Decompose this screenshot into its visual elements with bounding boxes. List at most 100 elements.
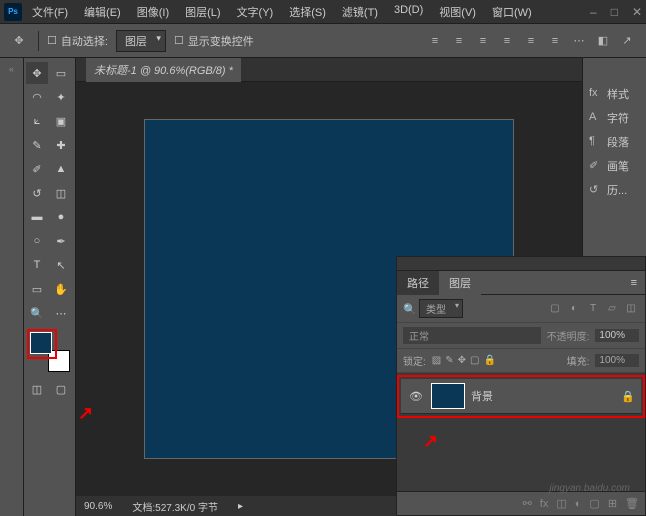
- menu-image[interactable]: 图像(I): [133, 2, 173, 22]
- quickmask-tool[interactable]: ◫: [26, 378, 48, 400]
- title-bar: Ps 文件(F) 编辑(E) 图像(I) 图层(L) 文字(Y) 选择(S) 滤…: [0, 0, 646, 24]
- dodge-tool[interactable]: ○: [26, 230, 48, 252]
- brush-tool[interactable]: ✐: [26, 158, 48, 180]
- layer-target-dropdown[interactable]: 图层: [116, 30, 166, 52]
- checkbox-icon: ☐: [174, 34, 184, 47]
- group-icon[interactable]: ▢: [589, 497, 599, 510]
- eraser-tool[interactable]: ◫: [50, 182, 72, 204]
- filter-shape-icon[interactable]: ▱: [604, 302, 620, 316]
- path-tool[interactable]: ↖: [50, 254, 72, 276]
- menu-edit[interactable]: 编辑(E): [80, 2, 125, 22]
- filter-kind-dropdown[interactable]: 类型: [419, 299, 463, 318]
- lock-pixels-icon[interactable]: ▨: [432, 355, 441, 366]
- zoom-tool[interactable]: 🔍: [26, 302, 48, 324]
- search-icon[interactable]: 🔍: [403, 303, 415, 315]
- menu-select[interactable]: 选择(S): [285, 2, 330, 22]
- panel-styles[interactable]: fx样式: [583, 82, 646, 106]
- gradient-tool[interactable]: ▬: [26, 206, 48, 228]
- blend-mode-row: 正常 不透明度: 100%: [397, 323, 645, 349]
- minimize-icon[interactable]: –: [590, 5, 597, 19]
- filter-adjust-icon[interactable]: ◐: [566, 302, 582, 316]
- close-icon[interactable]: ✕: [632, 5, 642, 19]
- lock-move-icon[interactable]: ✥: [458, 355, 466, 366]
- document-tab[interactable]: 未标题-1 @ 90.6%(RGB/8) *: [86, 58, 241, 82]
- type-tool[interactable]: T: [26, 254, 48, 276]
- lasso-tool[interactable]: ◠: [26, 86, 48, 108]
- menu-filter[interactable]: 滤镜(T): [338, 2, 382, 22]
- left-strip: «: [0, 58, 24, 516]
- pen-tool[interactable]: ✒: [50, 230, 72, 252]
- menu-view[interactable]: 视图(V): [435, 2, 480, 22]
- layer-mask-icon[interactable]: ◫: [556, 497, 566, 510]
- status-arrow-icon[interactable]: ▸: [238, 501, 243, 512]
- layer-fx-icon[interactable]: fx: [540, 498, 549, 510]
- menu-type[interactable]: 文字(Y): [233, 2, 278, 22]
- eyedropper-tool[interactable]: ✎: [26, 134, 48, 156]
- menu-window[interactable]: 窗口(W): [488, 2, 536, 22]
- filter-pixel-icon[interactable]: ▢: [547, 302, 563, 316]
- panel-character[interactable]: A字符: [583, 106, 646, 130]
- blur-tool[interactable]: ●: [50, 206, 72, 228]
- menu-layer[interactable]: 图层(L): [181, 2, 224, 22]
- move-tool[interactable]: ✥: [26, 62, 48, 84]
- healing-tool[interactable]: ✚: [50, 134, 72, 156]
- align-bottom-icon[interactable]: ≡: [544, 30, 566, 52]
- panel-drag-handle[interactable]: [397, 257, 645, 271]
- zoom-level[interactable]: 90.6%: [84, 501, 112, 512]
- more-icon[interactable]: ⋯: [568, 30, 590, 52]
- layer-name[interactable]: 背景: [471, 388, 621, 404]
- history-brush-tool[interactable]: ↺: [26, 182, 48, 204]
- lock-artboard-icon[interactable]: ▢: [470, 355, 479, 366]
- filter-smart-icon[interactable]: ◫: [623, 302, 639, 316]
- share-icon[interactable]: ↗: [616, 30, 638, 52]
- marquee-tool[interactable]: ▭: [50, 62, 72, 84]
- link-layers-icon[interactable]: ⚯: [523, 497, 532, 510]
- lock-position-icon[interactable]: ✎: [445, 355, 453, 366]
- align-top-icon[interactable]: ≡: [496, 30, 518, 52]
- fill-value[interactable]: 100%: [595, 354, 639, 367]
- hand-tool[interactable]: ✋: [50, 278, 72, 300]
- new-layer-icon[interactable]: ⊞: [608, 497, 617, 510]
- layers-panel: 路径 图层 ≡ 🔍 类型 ▢ ◐ T ▱ ◫ 正常 不透明度: 100% 锁定:…: [396, 256, 646, 516]
- crop-tool[interactable]: ⟀: [26, 110, 48, 132]
- visibility-toggle-icon[interactable]: 👁: [407, 390, 425, 403]
- lock-all-icon[interactable]: 🔒: [483, 355, 495, 366]
- wand-tool[interactable]: ✦: [50, 86, 72, 108]
- tab-paths[interactable]: 路径: [397, 271, 439, 295]
- layer-row-background[interactable]: 👁 背景 🔒: [401, 379, 641, 414]
- stamp-tool[interactable]: ▲: [50, 158, 72, 180]
- align-middle-icon[interactable]: ≡: [520, 30, 542, 52]
- adjustment-layer-icon[interactable]: ◐: [575, 498, 582, 510]
- screenmode-tool[interactable]: ▢: [50, 378, 72, 400]
- shape-tool[interactable]: ▭: [26, 278, 48, 300]
- align-center-icon[interactable]: ≡: [448, 30, 470, 52]
- opacity-value[interactable]: 100%: [595, 329, 639, 342]
- panel-brushes[interactable]: ✐画笔: [583, 154, 646, 178]
- panel-menu-icon[interactable]: ≡: [623, 273, 645, 293]
- move-tool-icon[interactable]: ✥: [8, 30, 30, 52]
- layer-thumbnail[interactable]: [431, 383, 465, 409]
- 3d-mode-icon[interactable]: ◧: [592, 30, 614, 52]
- panel-paragraph[interactable]: ¶段落: [583, 130, 646, 154]
- edit-toolbar[interactable]: ⋯: [50, 302, 72, 324]
- align-right-icon[interactable]: ≡: [472, 30, 494, 52]
- doc-size-info[interactable]: 文档:527.3K/0 字节: [132, 499, 218, 514]
- layer-filter-row: 🔍 类型 ▢ ◐ T ▱ ◫: [397, 295, 645, 323]
- menu-3d[interactable]: 3D(D): [390, 2, 427, 22]
- show-transform-checkbox[interactable]: ☐ 显示变换控件: [174, 33, 254, 49]
- annotation-arrow-icon: ↗: [423, 431, 438, 452]
- panel-grip-icon[interactable]: «: [9, 64, 14, 74]
- menu-file[interactable]: 文件(F): [28, 2, 72, 22]
- annotation-arrow-icon: ↗: [78, 403, 93, 424]
- color-swatches[interactable]: [30, 332, 70, 372]
- tab-layers[interactable]: 图层: [439, 271, 481, 295]
- annotation-highlight: [27, 329, 57, 359]
- delete-layer-icon[interactable]: 🗑: [625, 497, 639, 510]
- align-left-icon[interactable]: ≡: [424, 30, 446, 52]
- frame-tool[interactable]: ▣: [50, 110, 72, 132]
- blend-mode-dropdown[interactable]: 正常: [403, 327, 541, 344]
- auto-select-checkbox[interactable]: ☐ 自动选择:: [47, 33, 108, 49]
- filter-type-icon[interactable]: T: [585, 302, 601, 316]
- panel-history[interactable]: ↺历...: [583, 178, 646, 202]
- maximize-icon[interactable]: □: [611, 5, 618, 19]
